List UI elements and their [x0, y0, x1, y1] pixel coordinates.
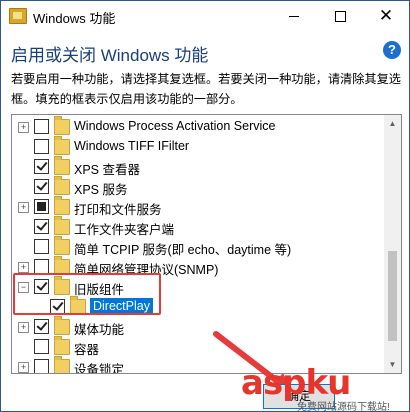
feature-tree[interactable]: + Windows Process Activation Service Windo…	[11, 114, 402, 374]
expand-icon[interactable]: +	[18, 262, 29, 273]
feature-label: 设备锁定	[74, 363, 125, 374]
feature-checkbox[interactable]	[34, 199, 49, 214]
expand-icon[interactable]: +	[18, 122, 29, 133]
minimize-icon	[289, 15, 299, 17]
title-bar[interactable]: Windows 功能 ✕	[1, 1, 409, 31]
feature-checkbox[interactable]	[34, 359, 49, 373]
window-title: Windows 功能	[33, 11, 116, 26]
feature-checkbox[interactable]	[34, 239, 49, 254]
expand-icon[interactable]: +	[18, 362, 29, 373]
description-text: 若要启用一种功能，请选择其复选框。若要关闭一种功能，请清除其复选框。填充的框表示…	[11, 72, 401, 106]
feature-label: 媒体功能	[74, 323, 125, 337]
vertical-scrollbar[interactable]: ▲ ▼	[384, 115, 401, 373]
expand-icon[interactable]: +	[18, 322, 29, 333]
feature-row[interactable]: + Windows Process Activation Service	[12, 116, 384, 137]
watermark-tagline: 免费网站源码下载站!	[297, 402, 390, 412]
scroll-thumb[interactable]	[388, 251, 397, 341]
watermark-brand: aspku	[241, 363, 351, 403]
minimize-button[interactable]	[271, 1, 317, 31]
folder-icon	[54, 316, 70, 335]
folder-icon	[9, 8, 27, 24]
feature-row[interactable]: XPS 服务	[12, 176, 384, 197]
feature-checkbox[interactable]	[34, 139, 49, 154]
maximize-button[interactable]	[317, 1, 363, 31]
feature-checkbox[interactable]	[34, 339, 49, 354]
expand-icon[interactable]: +	[18, 202, 29, 213]
windows-features-dialog: Windows 功能 ✕ 启用或关闭 Windows 功能 ? 若要启用一种功能…	[0, 0, 410, 412]
feature-label: Windows TIFF IFilter	[74, 139, 190, 153]
feature-row[interactable]: + 打印和文件服务	[12, 196, 384, 217]
scroll-up-arrow-icon[interactable]: ▲	[384, 115, 401, 132]
feature-row[interactable]: 工作文件夹客户端	[12, 216, 384, 237]
feature-checkbox[interactable]	[34, 119, 49, 134]
feature-row[interactable]: 容器	[12, 336, 384, 357]
feature-label: 打印和文件服务	[74, 203, 162, 217]
close-button[interactable]: ✕	[363, 1, 409, 31]
feature-row[interactable]: 简单 TCPIP 服务(即 echo、daytime 等)	[12, 236, 384, 257]
feature-checkbox[interactable]	[34, 219, 49, 234]
feature-checkbox[interactable]	[34, 179, 49, 194]
folder-icon	[54, 356, 70, 373]
folder-icon	[54, 136, 70, 155]
folder-icon	[54, 156, 70, 175]
feature-checkbox[interactable]	[34, 319, 49, 334]
red-highlight-box	[13, 273, 161, 315]
feature-checkbox[interactable]	[34, 259, 49, 274]
maximize-icon	[334, 10, 346, 22]
folder-icon	[54, 196, 70, 215]
feature-label: 简单 TCPIP 服务(即 echo、daytime 等)	[74, 243, 292, 257]
folder-icon	[54, 216, 70, 235]
help-icon[interactable]: ?	[383, 41, 401, 59]
feature-label: 工作文件夹客户端	[74, 223, 175, 237]
feature-checkbox[interactable]	[34, 159, 49, 174]
folder-icon	[54, 336, 70, 355]
feature-row[interactable]: XPS 查看器	[12, 156, 384, 177]
feature-label: Windows Process Activation Service	[74, 119, 276, 133]
page-title: 启用或关闭 Windows 功能	[11, 46, 209, 65]
watermark-logo: aspku 免费网站源码下载站!	[241, 363, 409, 411]
folder-icon	[54, 236, 70, 255]
feature-label: 容器	[74, 343, 100, 357]
feature-label: XPS 查看器	[74, 163, 140, 177]
folder-icon	[54, 116, 70, 135]
folder-icon	[54, 176, 70, 195]
feature-row[interactable]: Windows TIFF IFilter	[12, 136, 384, 157]
feature-row[interactable]: + 媒体功能	[12, 316, 384, 337]
feature-label: XPS 服务	[74, 183, 128, 197]
